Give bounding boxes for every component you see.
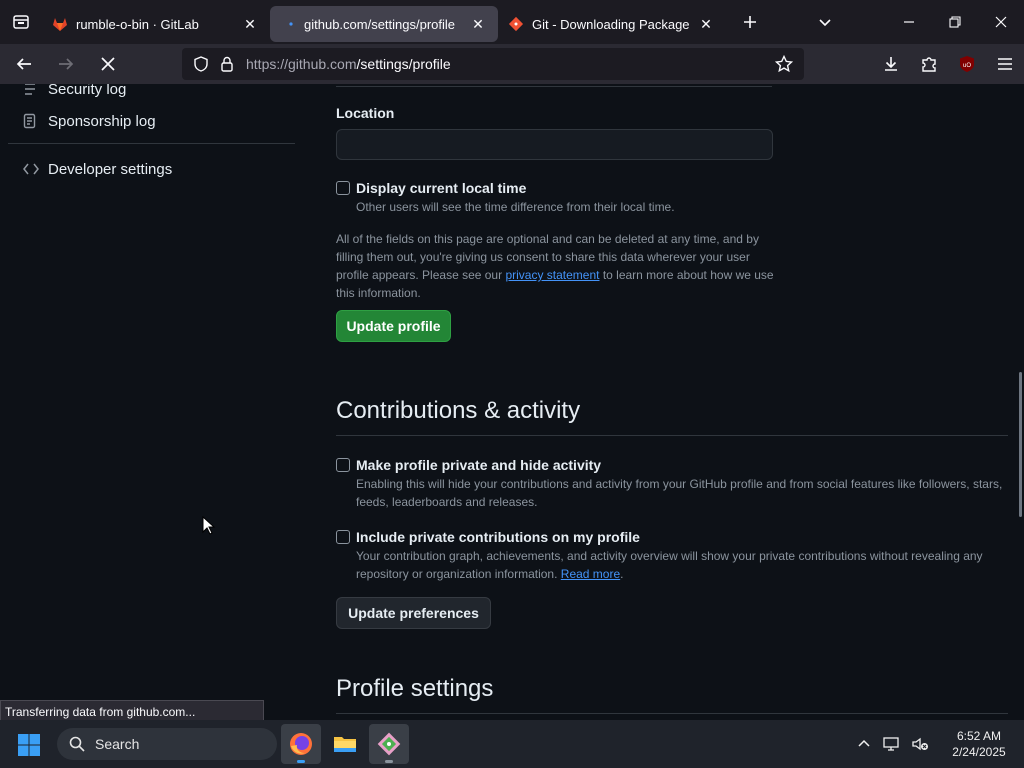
display-local-time-row: Display current local time — [336, 180, 526, 196]
close-tab-icon[interactable]: ✕ — [240, 14, 260, 34]
downloads-icon[interactable] — [872, 44, 910, 84]
browser-nav-bar: https://github.com/settings/profile uO — [0, 44, 1024, 84]
search-icon — [69, 736, 85, 752]
lock-icon[interactable] — [214, 48, 240, 80]
make-private-checkbox[interactable] — [336, 458, 350, 472]
include-private-row: Include private contributions on my prof… — [336, 529, 640, 545]
status-bar-text: Transferring data from github.com... — [0, 700, 264, 722]
display-local-time-checkbox[interactable] — [336, 181, 350, 195]
new-tab-plus-icon[interactable] — [732, 4, 768, 40]
browser-tab-git[interactable]: Git - Downloading Package ✕ — [498, 6, 726, 42]
forward-arrow-icon[interactable] — [48, 48, 84, 80]
svg-text:uO: uO — [963, 63, 971, 69]
clock-date: 2/24/2025 — [952, 745, 1006, 759]
location-input[interactable] — [336, 129, 773, 160]
firefox-view-icon[interactable] — [0, 0, 42, 44]
taskbar-git-installer-icon[interactable] — [369, 724, 409, 764]
browser-tab-github[interactable]: github.com/settings/profile ✕ — [270, 6, 498, 42]
sidebar-item-label: Sponsorship log — [48, 112, 156, 130]
show-hidden-icons-chevron-icon[interactable] — [850, 720, 878, 768]
tracking-protection-shield-icon[interactable] — [188, 48, 214, 80]
browser-tab-gitlab[interactable]: rumble-o-bin · GitLab ✕ — [42, 6, 270, 42]
url-text: https://github.com/settings/profile — [246, 56, 451, 72]
toolbar-right: uO — [872, 44, 1024, 84]
bookmark-star-icon[interactable] — [770, 48, 798, 80]
include-private-label[interactable]: Include private contributions on my prof… — [356, 529, 640, 545]
restore-icon[interactable] — [932, 0, 978, 44]
git-icon — [508, 16, 524, 32]
taskbar-firefox-icon[interactable] — [281, 724, 321, 764]
sidebar-item-security-log[interactable]: Security log — [22, 84, 126, 98]
back-arrow-icon[interactable] — [6, 48, 42, 80]
tab-title: Git - Downloading Package — [532, 16, 690, 32]
active-indicator — [297, 760, 305, 763]
make-private-row: Make profile private and hide activity — [336, 457, 601, 473]
network-icon[interactable] — [878, 720, 906, 768]
volume-muted-icon[interactable] — [906, 720, 934, 768]
sidebar-item-sponsorship-log[interactable]: Sponsorship log — [22, 112, 156, 130]
sidebar-item-label: Developer settings — [48, 160, 173, 178]
taskbar-file-explorer-icon[interactable] — [325, 724, 365, 764]
search-label: Search — [95, 736, 140, 752]
sidebar-item-developer-settings[interactable]: Developer settings — [22, 160, 172, 178]
section-divider — [336, 713, 1008, 714]
log-icon — [22, 84, 40, 98]
hamburger-menu-icon[interactable] — [986, 44, 1024, 84]
sidebar-item-label: Security log — [48, 84, 127, 98]
privacy-note: All of the fields on this page are optio… — [336, 232, 774, 300]
ublock-origin-icon[interactable]: uO — [948, 44, 986, 84]
taskbar-search-box[interactable]: Search — [57, 728, 277, 760]
stop-loading-icon[interactable] — [90, 48, 126, 80]
code-icon — [22, 160, 40, 178]
location-label: Location — [336, 105, 395, 121]
contributions-heading: Contributions & activity — [336, 397, 581, 424]
active-indicator — [385, 760, 393, 763]
page-scrollbar-thumb[interactable] — [1019, 372, 1022, 517]
input-bottom-edge — [336, 86, 772, 87]
clock-time: 6:52 AM — [956, 729, 1002, 743]
section-divider — [336, 435, 1008, 436]
tab-title: github.com/settings/profile — [304, 16, 456, 32]
update-preferences-button[interactable]: Update preferences — [336, 597, 491, 629]
taskbar-clock[interactable]: 6:52 AM 2/24/2025 — [934, 728, 1024, 760]
update-profile-button[interactable]: Update profile — [336, 310, 451, 342]
extensions-puzzle-icon[interactable] — [910, 44, 948, 84]
display-local-time-help: Other users will see the time difference… — [356, 200, 675, 214]
display-local-time-label[interactable]: Display current local time — [356, 180, 526, 196]
windows-taskbar: Search 6:52 AM 2/24/2025 — [0, 720, 1024, 768]
close-tab-icon[interactable]: ✕ — [468, 14, 488, 34]
log-icon — [22, 112, 40, 130]
privacy-statement-link[interactable]: privacy statement — [505, 268, 599, 282]
url-bar[interactable]: https://github.com/settings/profile — [182, 48, 804, 80]
close-tab-icon[interactable]: ✕ — [696, 14, 716, 34]
windows-start-icon[interactable] — [14, 730, 44, 760]
sidebar-divider — [8, 143, 295, 144]
gitlab-icon — [52, 16, 68, 32]
profile-settings-heading: Profile settings — [336, 675, 494, 702]
system-tray: 6:52 AM 2/24/2025 — [850, 720, 1024, 768]
minimize-icon[interactable] — [886, 0, 932, 44]
tab-title: rumble-o-bin · GitLab — [76, 16, 199, 32]
page-content: Security log Sponsorship log Developer s… — [0, 84, 1024, 720]
browser-tab-strip: rumble-o-bin · GitLab ✕ github.com/setti… — [0, 0, 1024, 44]
close-window-icon[interactable] — [978, 0, 1024, 44]
include-private-help: Your contribution graph, achievements, a… — [356, 549, 983, 581]
make-private-label[interactable]: Make profile private and hide activity — [356, 457, 601, 473]
list-all-tabs-chevron-icon[interactable] — [802, 0, 848, 44]
window-controls — [802, 0, 1024, 44]
make-private-help: Enabling this will hide your contributio… — [356, 477, 1003, 509]
mouse-cursor-icon — [202, 516, 216, 535]
loading-dot-icon — [280, 16, 296, 32]
read-more-link[interactable]: Read more — [561, 567, 620, 581]
include-private-checkbox[interactable] — [336, 530, 350, 544]
